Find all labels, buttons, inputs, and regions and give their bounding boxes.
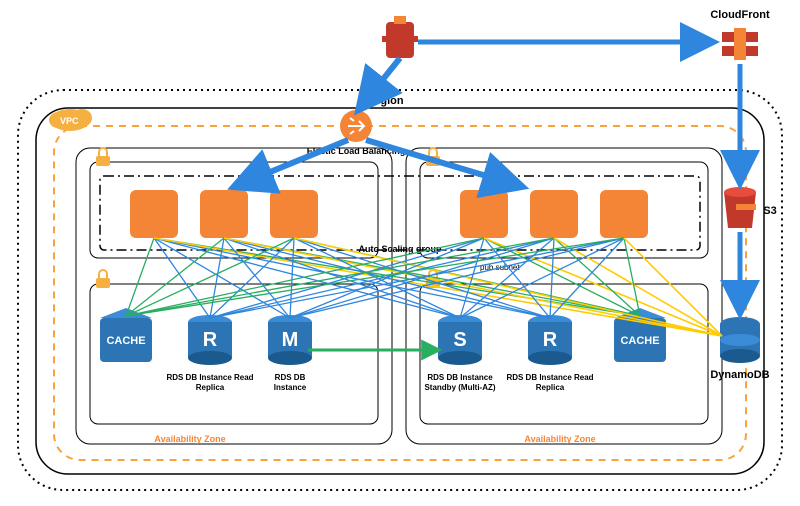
dynamodb-label: DynamoDB — [710, 369, 769, 381]
ec2-instances — [130, 190, 648, 238]
svg-text:S: S — [453, 329, 466, 351]
architecture-diagram: region VPC Availability Zone Availabilit… — [0, 0, 800, 506]
ec2-instance — [270, 190, 318, 238]
lock-icon — [96, 270, 110, 288]
region-label: region — [370, 95, 404, 107]
svg-text:CACHE: CACHE — [106, 335, 145, 347]
svg-text:M: M — [282, 329, 299, 351]
s3-label: S3 — [763, 205, 776, 217]
cloudfront-icon — [722, 28, 758, 60]
s3-icon — [724, 187, 756, 228]
svg-text:RDS DB Instance: RDS DB Instance — [427, 373, 493, 382]
vpc-badge: VPC — [49, 109, 92, 131]
ec2-instance — [130, 190, 178, 238]
asg-label: Auto Scaling group — [359, 244, 442, 254]
ec2-instance — [200, 190, 248, 238]
dynamodb-icon — [720, 317, 760, 363]
svg-text:RDS DB Instance Read: RDS DB Instance Read — [506, 373, 593, 382]
cloudfront-label: CloudFront — [710, 9, 770, 21]
az-left-label: Availability Zone — [154, 434, 225, 444]
svg-text:Replica: Replica — [536, 383, 565, 392]
db-instance: S RDS DB InstanceStandby (Multi-AZ) — [424, 315, 495, 392]
ec2-instance — [600, 190, 648, 238]
db-instance: R RDS DB Instance ReadReplica — [166, 315, 253, 392]
ec2-instance — [530, 190, 578, 238]
svg-text:R: R — [203, 329, 218, 351]
db-instance: R RDS DB Instance ReadReplica — [506, 315, 593, 392]
svg-text:RDS DB: RDS DB — [275, 373, 306, 382]
svg-text:Instance: Instance — [274, 383, 307, 392]
svg-text:CACHE: CACHE — [620, 335, 659, 347]
client-icon — [382, 16, 418, 58]
az-right-label: Availability Zone — [524, 434, 595, 444]
svg-text:Standby (Multi-AZ): Standby (Multi-AZ) — [424, 383, 495, 392]
svg-text:R: R — [543, 329, 558, 351]
svg-text:Replica: Replica — [196, 383, 225, 392]
cache-node: CACHE — [100, 308, 152, 362]
db-instance: M RDS DBInstance — [268, 315, 312, 392]
svg-text:RDS DB Instance Read: RDS DB Instance Read — [166, 373, 253, 382]
lock-icon — [96, 148, 110, 166]
svg-text:VPC: VPC — [60, 116, 79, 126]
elb-icon — [340, 110, 372, 142]
ec2-instance — [460, 190, 508, 238]
